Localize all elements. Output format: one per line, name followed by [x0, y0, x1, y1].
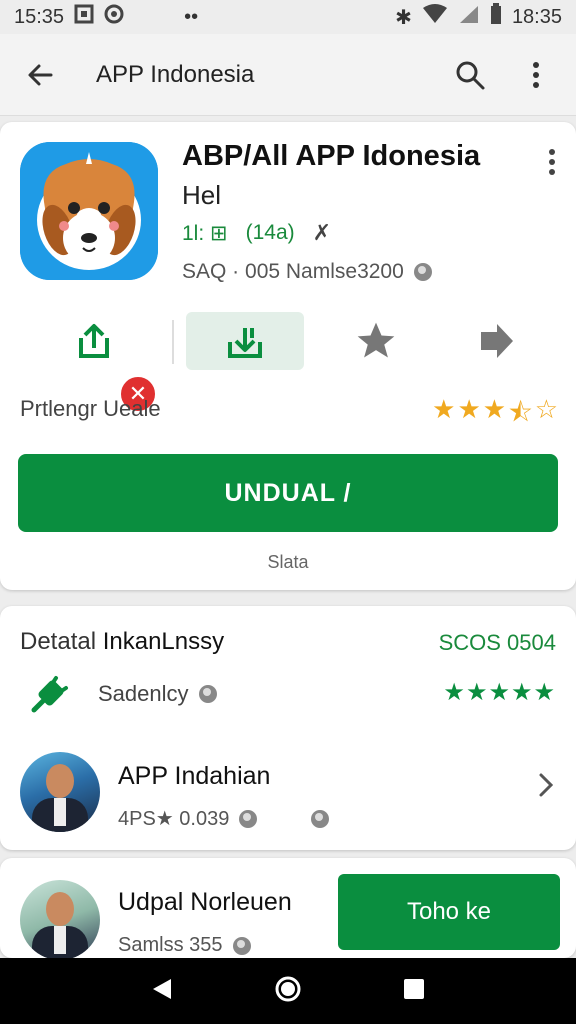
overflow-menu-button[interactable] [516, 55, 556, 95]
details-card: Detatal InkanLnssy SCOS 0504 Sadenlcy ★★… [0, 606, 576, 850]
app-meta-count: (14a) [245, 221, 295, 244]
signal-icon [458, 4, 480, 30]
details-stars: ★★★★★ [443, 679, 556, 706]
app-header-card: ✕ ABP/All APP Idonesia Hel 1l: ⊞ (14a) ✗… [0, 122, 576, 590]
details-title-prefix: Detatal [20, 628, 97, 655]
search-icon [456, 61, 485, 89]
status-time-right: 18:35 [511, 5, 562, 28]
install-button[interactable]: UNDUAL / [18, 454, 558, 532]
status-time-left: 15:35 [14, 5, 65, 28]
bottom-item-sub-row: Samlss 355 [118, 934, 251, 957]
avatar[interactable] [20, 880, 100, 960]
bottom-item-card: Udpal Norleuen Samlss 355 Toho ke [0, 858, 576, 960]
bottom-item-cta-button[interactable]: Toho ke [338, 874, 560, 950]
back-triangle-icon [152, 978, 171, 999]
action-row [0, 312, 576, 372]
wifi-icon [422, 4, 448, 30]
upload-icon [79, 324, 109, 358]
details-row: Sadenlcy [28, 672, 217, 716]
app-more-button[interactable] [548, 148, 556, 181]
status-bar: 15:35 •• ✱ 18:35 [0, 0, 576, 34]
details-title: Detatal InkanLnssy [20, 628, 224, 656]
dots-icon: •• [184, 5, 199, 28]
more-vert-icon [533, 61, 539, 88]
top-app-bar: APP Indonesia [0, 34, 576, 116]
nav-recents-button[interactable] [403, 978, 425, 1005]
app-size-text: SAQ · 005 Namlse3200 [182, 260, 404, 283]
home-circle-icon [275, 976, 301, 1001]
details-title-main: InkanLnssy [102, 628, 225, 655]
rating-stars[interactable]: ★ ★ ★ ⯪ ☆ [432, 394, 558, 438]
star-half-icon: ⯪ [508, 397, 533, 427]
app-icon[interactable] [20, 142, 158, 280]
app-meta-left: 1l: ⊞ [182, 221, 228, 245]
bluetooth-icon: ✱ [395, 6, 412, 29]
details-row-label: Sadenlcy [98, 681, 189, 706]
forward-icon [481, 324, 513, 358]
app-name: ABP/All APP Idonesia [182, 140, 481, 172]
avatar-shirt [54, 798, 66, 826]
nav-home-button[interactable] [274, 975, 302, 1008]
chevron-right-icon [539, 773, 554, 797]
globe-icon [232, 936, 251, 955]
globe-icon [198, 685, 217, 703]
download-action-button[interactable] [186, 312, 304, 370]
item1-name[interactable]: APP Indahian [118, 762, 270, 791]
avatar-shirt [54, 926, 66, 954]
details-row-label-wrap: Sadenlcy [98, 681, 217, 707]
recents-square-icon [404, 978, 425, 999]
battery-icon [490, 3, 502, 31]
sync-icon [104, 4, 124, 30]
star-icon: ★ [432, 394, 456, 424]
share-action-button[interactable] [56, 312, 132, 370]
item1-sub-row: 4PS★ 0.039 [118, 806, 330, 831]
notification-icon [74, 4, 94, 30]
back-button[interactable] [20, 55, 60, 95]
item1-sub: 4PS★ 0.039 [118, 808, 230, 830]
app-meta: 1l: ⊞ (14a) ✗ [182, 220, 331, 246]
install-note: Slata [267, 552, 309, 572]
avatar[interactable] [20, 752, 100, 832]
dog-icon [20, 142, 158, 280]
favorite-action-button[interactable] [338, 312, 414, 370]
star-icon [357, 322, 395, 358]
plug-icon [31, 676, 68, 713]
avatar-face [46, 764, 74, 798]
action-divider [172, 320, 174, 364]
search-button[interactable] [450, 55, 490, 95]
page-title: APP Indonesia [96, 60, 255, 88]
app-subtitle: Hel [182, 180, 222, 210]
star-icon: ★ [457, 394, 481, 424]
globe-icon [239, 809, 258, 828]
download-icon [228, 328, 262, 358]
item1-chevron[interactable] [538, 772, 554, 803]
avatar-face [46, 892, 74, 926]
system-nav-bar [0, 958, 576, 1024]
share-icon[interactable]: ✗ [313, 220, 331, 246]
star-outline-icon: ☆ [534, 394, 558, 424]
app-size-row: SAQ · 005 Namlse3200 [182, 260, 432, 284]
forward-action-button[interactable] [458, 312, 534, 370]
bottom-item-sub: Samlss 355 [118, 934, 223, 956]
nav-back-button[interactable] [151, 977, 173, 1006]
globe-icon [311, 809, 330, 828]
star-icon: ★ [482, 394, 507, 424]
details-code: SCOS 0504 [438, 630, 556, 655]
globe-icon [413, 263, 432, 281]
arrow-left-icon [28, 64, 53, 85]
more-vert-icon [549, 149, 555, 175]
bottom-item-name[interactable]: Udpal Norleuen [118, 888, 292, 917]
rating-prompt: Prtlengr Ueale [20, 396, 161, 421]
